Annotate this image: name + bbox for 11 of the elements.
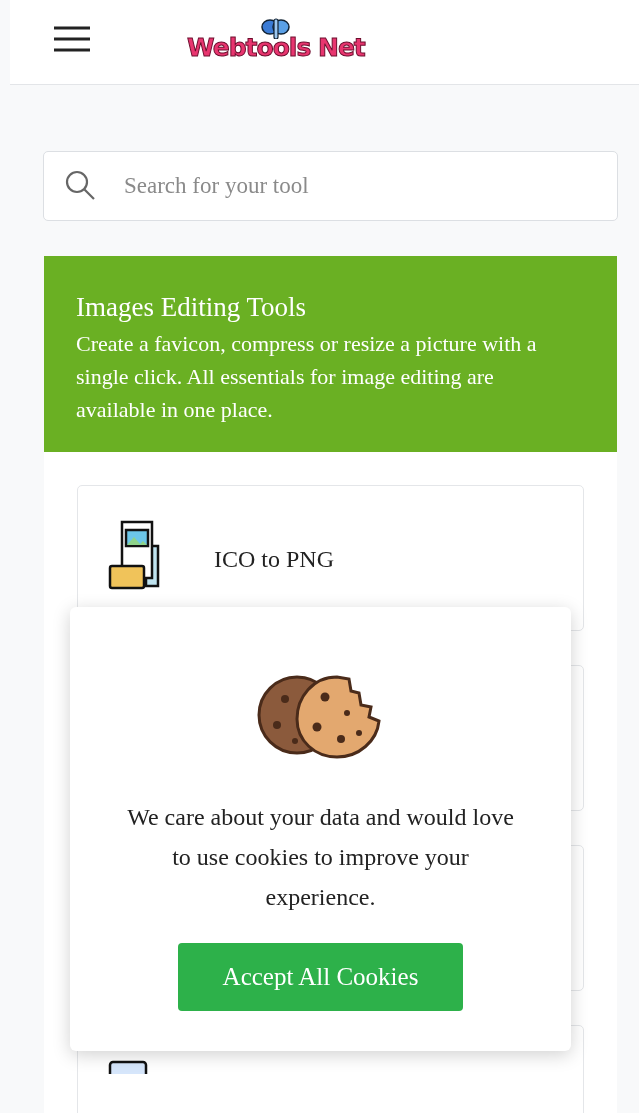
- accept-cookies-button[interactable]: Accept All Cookies: [178, 943, 463, 1011]
- search-field[interactable]: Search for your tool: [43, 151, 618, 221]
- logo-text: Webtools Net: [187, 32, 365, 62]
- cookie-message: We care about your data and would love to use cookies to improve your experience.: [126, 803, 515, 912]
- tool-title: ICO to PNG: [214, 546, 334, 573]
- logo-icon: [259, 16, 292, 39]
- file-icon: [108, 1060, 148, 1074]
- category-description: Create a favicon, compress or resize a picture with a single click. All essentials for image editing are available in one place.: [76, 330, 538, 424]
- search-icon: [63, 168, 97, 202]
- logo[interactable]: Webtools Net: [187, 16, 365, 62]
- category-title: Images Editing Tools: [76, 291, 308, 324]
